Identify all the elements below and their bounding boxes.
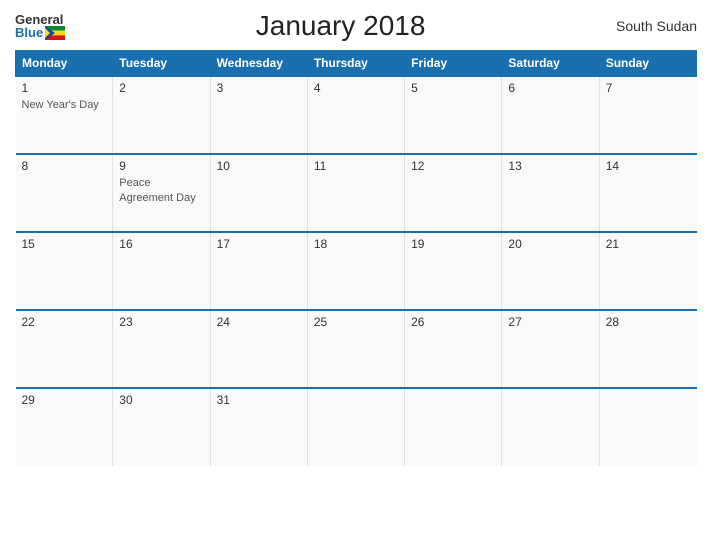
calendar-cell: 3 [210, 76, 307, 154]
country-name: South Sudan [616, 18, 697, 34]
day-number: 29 [22, 393, 107, 407]
logo-blue-row: Blue [15, 26, 65, 40]
logo: General Blue [15, 13, 65, 40]
calendar-cell: 4 [307, 76, 404, 154]
day-number: 1 [22, 81, 107, 95]
calendar-cell: 22 [16, 310, 113, 388]
week-row-4: 22 23 24 25 26 27 28 [16, 310, 697, 388]
calendar-cell: 5 [405, 76, 502, 154]
calendar-cell [599, 388, 696, 466]
day-number: 17 [217, 237, 301, 251]
day-number: 19 [411, 237, 495, 251]
week-row-5: 29 30 31 [16, 388, 697, 466]
calendar-cell [502, 388, 599, 466]
calendar-cell [405, 388, 502, 466]
weekday-header-saturday: Saturday [502, 51, 599, 77]
calendar-cell: 7 [599, 76, 696, 154]
day-number: 28 [606, 315, 691, 329]
logo-flag-icon [45, 26, 65, 40]
week-row-2: 89 Peace Agreement Day 10 11 12 13 14 [16, 154, 697, 232]
calendar-cell: 15 [16, 232, 113, 310]
day-number: 30 [119, 393, 203, 407]
calendar-cell: 20 [502, 232, 599, 310]
day-number: 12 [411, 159, 495, 173]
calendar-cell: 16 [113, 232, 210, 310]
day-number: 23 [119, 315, 203, 329]
weekday-header-friday: Friday [405, 51, 502, 77]
logo-general-text: General [15, 13, 65, 26]
calendar-tbody: 1New Year's Day23456789Peace Agreement D… [16, 76, 697, 466]
calendar-cell: 9 Peace Agreement Day [113, 154, 210, 232]
calendar-cell: 10 [210, 154, 307, 232]
calendar-wrapper: General Blue January 2018 South Sudan Mo… [0, 0, 712, 550]
holiday-name: Peace Agreement Day [119, 177, 195, 204]
day-number: 22 [22, 315, 107, 329]
day-number: 24 [217, 315, 301, 329]
calendar-cell: 18 [307, 232, 404, 310]
calendar-header: General Blue January 2018 South Sudan [15, 10, 697, 42]
day-number: 20 [508, 237, 592, 251]
calendar-cell: 29 [16, 388, 113, 466]
calendar-cell: 26 [405, 310, 502, 388]
day-number: 21 [606, 237, 691, 251]
calendar-cell: 31 [210, 388, 307, 466]
calendar-cell: 24 [210, 310, 307, 388]
calendar-cell: 23 [113, 310, 210, 388]
calendar-cell: 21 [599, 232, 696, 310]
weekday-header-monday: Monday [16, 51, 113, 77]
calendar-cell: 30 [113, 388, 210, 466]
day-number: 31 [217, 393, 301, 407]
calendar-thead: MondayTuesdayWednesdayThursdayFridaySatu… [16, 51, 697, 77]
weekday-header-sunday: Sunday [599, 51, 696, 77]
weekday-header-row: MondayTuesdayWednesdayThursdayFridaySatu… [16, 51, 697, 77]
calendar-cell: 8 [16, 154, 113, 232]
weekday-header-tuesday: Tuesday [113, 51, 210, 77]
calendar-cell: 12 [405, 154, 502, 232]
day-number: 25 [314, 315, 398, 329]
calendar-cell: 11 [307, 154, 404, 232]
day-number: 2 [119, 81, 203, 95]
day-number: 5 [411, 81, 495, 95]
calendar-cell: 2 [113, 76, 210, 154]
day-number: 6 [508, 81, 592, 95]
day-number: 13 [508, 159, 592, 173]
weekday-header-thursday: Thursday [307, 51, 404, 77]
day-number: 10 [217, 159, 301, 173]
day-number: 18 [314, 237, 398, 251]
day-number: 7 [606, 81, 691, 95]
calendar-cell: 17 [210, 232, 307, 310]
logo-blue-text: Blue [15, 26, 43, 39]
day-number: 14 [606, 159, 691, 173]
calendar-cell: 25 [307, 310, 404, 388]
day-number: 4 [314, 81, 398, 95]
day-number: 26 [411, 315, 495, 329]
calendar-cell: 1 New Year's Day [16, 76, 113, 154]
calendar-cell: 28 [599, 310, 696, 388]
day-number: 9 [119, 159, 203, 173]
weekday-header-wednesday: Wednesday [210, 51, 307, 77]
day-number: 8 [22, 159, 107, 173]
calendar-title: January 2018 [256, 10, 426, 42]
day-number: 27 [508, 315, 592, 329]
day-number: 15 [22, 237, 107, 251]
week-row-3: 15 16 17 18 19 20 21 [16, 232, 697, 310]
calendar-cell: 13 [502, 154, 599, 232]
calendar-table: MondayTuesdayWednesdayThursdayFridaySatu… [15, 50, 697, 466]
calendar-cell: 14 [599, 154, 696, 232]
holiday-name: New Year's Day [22, 99, 99, 111]
day-number: 11 [314, 159, 398, 173]
day-number: 16 [119, 237, 203, 251]
week-row-1: 1 New Year's Day 234567 [16, 76, 697, 154]
calendar-cell: 19 [405, 232, 502, 310]
calendar-cell: 6 [502, 76, 599, 154]
calendar-cell: 27 [502, 310, 599, 388]
day-number: 3 [217, 81, 301, 95]
calendar-cell [307, 388, 404, 466]
